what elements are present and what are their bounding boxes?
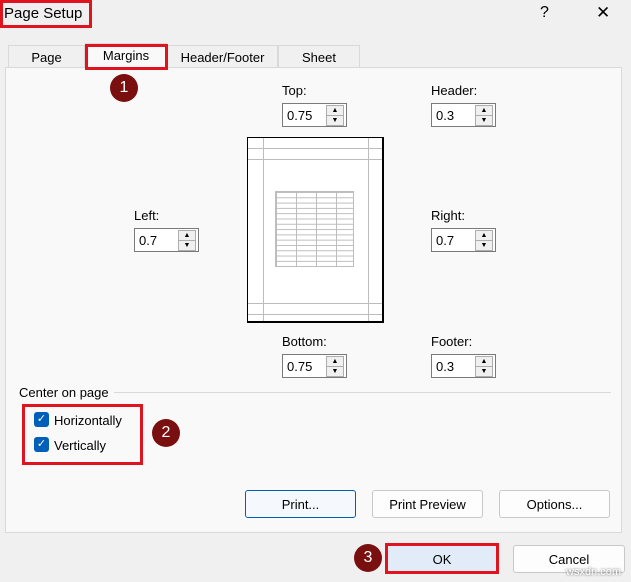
bottom-value[interactable]: 0.75 — [287, 359, 312, 374]
left-spinner[interactable]: 0.7 ▲ ▼ — [134, 228, 199, 252]
bottom-label: Bottom: — [282, 334, 327, 349]
header-spinner[interactable]: 0.3 ▲ ▼ — [431, 103, 496, 127]
step-3-badge: 3 — [354, 544, 382, 572]
options-button[interactable]: Options... — [499, 490, 610, 518]
annotation-ok-box — [385, 543, 499, 574]
top-value[interactable]: 0.75 — [287, 108, 312, 123]
down-arrow-icon[interactable]: ▼ — [178, 240, 196, 251]
annotation-center-box — [22, 404, 143, 465]
left-value[interactable]: 0.7 — [139, 233, 157, 248]
top-spinner[interactable]: 0.75 ▲ ▼ — [282, 103, 347, 127]
watermark: wsxdn.com — [566, 566, 622, 578]
left-label: Left: — [134, 208, 160, 223]
header-value[interactable]: 0.3 — [436, 108, 454, 123]
down-arrow-icon[interactable]: ▼ — [475, 366, 493, 377]
bottom-spinner[interactable]: 0.75 ▲ ▼ — [282, 354, 347, 378]
down-arrow-icon[interactable]: ▼ — [475, 240, 493, 251]
right-spinner[interactable]: 0.7 ▲ ▼ — [431, 228, 496, 252]
top-label: Top: — [282, 83, 307, 98]
down-arrow-icon[interactable]: ▼ — [326, 366, 344, 377]
header-label: Header: — [431, 83, 478, 98]
center-on-page-heading: Center on page — [19, 385, 109, 400]
tab-header-footer[interactable]: Header/Footer — [167, 45, 278, 68]
print-button[interactable]: Print... — [245, 490, 356, 518]
down-arrow-icon[interactable]: ▼ — [326, 115, 344, 126]
annotation-margins-box — [85, 44, 168, 70]
footer-label: Footer: — [431, 334, 473, 349]
annotation-title-box — [0, 0, 92, 28]
tab-sheet[interactable]: Sheet — [278, 45, 360, 68]
footer-spinner[interactable]: 0.3 ▲ ▼ — [431, 354, 496, 378]
step-2-badge: 2 — [152, 419, 180, 447]
tab-page[interactable]: Page — [8, 45, 85, 68]
step-1-badge: 1 — [110, 74, 138, 102]
down-arrow-icon[interactable]: ▼ — [475, 115, 493, 126]
help-button[interactable]: ? — [540, 4, 549, 22]
footer-value[interactable]: 0.3 — [436, 359, 454, 374]
print-preview-button[interactable]: Print Preview — [372, 490, 483, 518]
right-value[interactable]: 0.7 — [436, 233, 454, 248]
right-label: Right: — [431, 208, 465, 223]
close-button[interactable]: ✕ — [596, 3, 610, 23]
divider — [114, 392, 611, 393]
page-preview — [247, 137, 384, 323]
preview-table — [275, 191, 354, 267]
